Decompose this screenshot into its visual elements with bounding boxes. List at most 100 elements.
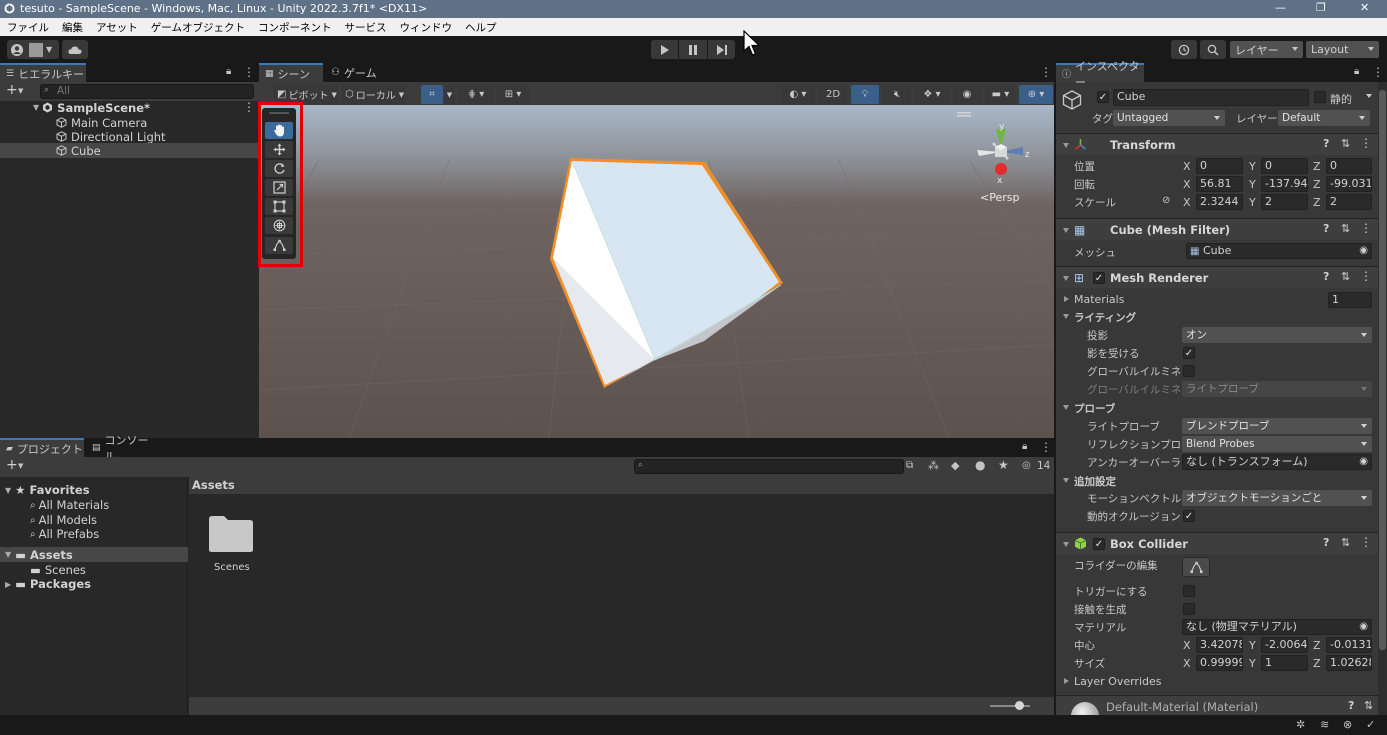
tab-project[interactable]: ▰ プロジェクト [0, 438, 84, 457]
project-search-input[interactable]: ⌕ [634, 459, 904, 474]
chevron-down-icon[interactable]: ▼ [18, 87, 23, 95]
cast-shadows-dropdown[interactable]: オン [1182, 327, 1372, 343]
object-picker-icon[interactable]: ◉ [1359, 244, 1368, 258]
position-z-field[interactable]: 0 [1326, 158, 1372, 174]
more-menu-icon[interactable]: ⋮ [1040, 440, 1052, 454]
mesh-renderer-header[interactable]: ⊞ ✓ Mesh Renderer ? ⇅ ⋮ [1056, 266, 1387, 288]
hierarchy-item-directional-light[interactable]: Directional Light [0, 129, 259, 144]
tab-scene[interactable]: ▦ シーン [259, 63, 323, 82]
hierarchy-search-input[interactable]: ⌕ All [40, 84, 254, 99]
layer-overrides-label[interactable]: Layer Overrides [1074, 675, 1162, 688]
menu-services[interactable]: サービス [344, 20, 386, 35]
gizmos-dropdown[interactable]: ⊕ ▾ [1019, 85, 1053, 104]
search-button[interactable] [1200, 40, 1226, 59]
favorite-item[interactable]: ⌕ All Prefabs [30, 527, 99, 541]
rotation-z-field[interactable]: -99.031 [1326, 176, 1372, 192]
hierarchy-item-cube[interactable]: Cube [0, 143, 259, 158]
hidden-packages-icon[interactable]: ◎ [1022, 460, 1031, 471]
active-checkbox[interactable]: ✓ [1097, 91, 1109, 103]
position-y-field[interactable]: 0 [1261, 158, 1308, 174]
scale-x-field[interactable]: 2.3244 [1196, 194, 1243, 210]
is-trigger-checkbox[interactable] [1183, 585, 1195, 597]
inspector-scrollbar-thumb[interactable] [1379, 90, 1386, 650]
add-icon[interactable]: + [6, 82, 18, 98]
menu-file[interactable]: ファイル [7, 20, 49, 35]
hierarchy-item-main-camera[interactable]: Main Camera [0, 115, 259, 130]
cloud-button[interactable] [62, 40, 88, 59]
warning-icon[interactable]: ● [975, 458, 985, 472]
center-z-field[interactable]: -0.0131 [1326, 637, 1372, 653]
grid-snap-dropdown[interactable]: ▼ [444, 85, 455, 104]
minimize-icon[interactable]: — [1275, 1, 1286, 14]
dynamic-occlusion-checkbox[interactable]: ✓ [1183, 510, 1195, 522]
materials-label[interactable]: Materials [1074, 293, 1124, 306]
camera-settings-dropdown[interactable]: ▬ ▾ [985, 85, 1016, 104]
receive-shadows-checkbox[interactable]: ✓ [1183, 347, 1195, 359]
effects-dropdown[interactable]: ❖ ▾ [915, 85, 949, 104]
chevron-right-icon[interactable] [1064, 296, 1069, 302]
filter-by-type-icon[interactable]: ⁂ [928, 459, 939, 472]
help-icon[interactable]: ? [1323, 137, 1329, 150]
account-button[interactable]: ▼ [7, 40, 59, 59]
folder-tile-scenes[interactable]: Scenes [205, 510, 257, 573]
lighting-toggle-button[interactable]: 💡︎ [851, 85, 879, 104]
layers-dropdown[interactable]: レイヤー [1230, 41, 1303, 58]
static-checkbox[interactable] [1314, 91, 1326, 103]
reflection-probes-dropdown[interactable]: Blend Probes [1182, 436, 1372, 452]
tab-console[interactable]: ▤ コンソール [86, 434, 158, 463]
presets-icon[interactable]: ⇅ [1364, 699, 1373, 712]
chevron-down-icon[interactable] [1063, 143, 1069, 148]
chevron-down-icon[interactable]: ▼ [18, 462, 23, 470]
tag-icon[interactable]: ◆ [951, 459, 959, 472]
link-icon[interactable]: ⊘ [1162, 195, 1170, 206]
contribute-gi-checkbox[interactable] [1183, 365, 1195, 377]
play-button[interactable] [651, 40, 678, 59]
2d-toggle-button[interactable]: 2D [819, 85, 847, 104]
chevron-down-icon[interactable] [1063, 542, 1069, 547]
chevron-right-icon[interactable] [1064, 678, 1069, 684]
help-icon[interactable]: ? [1323, 270, 1329, 283]
presets-icon[interactable]: ⇅ [1341, 222, 1350, 235]
favorite-star-icon[interactable]: ★ [998, 458, 1009, 472]
local-dropdown[interactable]: ⬡ ローカル ▼ [342, 85, 405, 104]
more-menu-icon[interactable]: ⋮ [1372, 65, 1384, 79]
additional-settings-label[interactable]: 追加設定 [1074, 474, 1116, 489]
center-x-field[interactable]: 3.42078 [1196, 637, 1243, 653]
position-x-field[interactable]: 0 [1196, 158, 1243, 174]
menu-edit[interactable]: 編集 [62, 20, 83, 35]
debug-icon[interactable]: ✲ [1296, 718, 1305, 731]
more-menu-icon[interactable]: ⋮ [1360, 136, 1372, 150]
chevron-down-icon[interactable] [1366, 94, 1372, 98]
transform-header[interactable]: Transform ? ⇅ ⋮ [1056, 133, 1387, 155]
close-icon[interactable]: ✕ [1360, 1, 1369, 14]
more-menu-icon[interactable]: ⋮ [243, 100, 255, 114]
layer-dropdown[interactable]: Default [1278, 110, 1370, 126]
probes-label[interactable]: プローブ [1074, 401, 1115, 416]
search-by-type-icon[interactable]: ⧉ [906, 460, 913, 471]
add-icon[interactable]: + [6, 457, 18, 473]
scale-z-field[interactable]: 2 [1326, 194, 1372, 210]
size-y-field[interactable]: 1 [1261, 655, 1308, 671]
grid-snap-button[interactable]: ⌗ [421, 85, 443, 104]
more-menu-icon[interactable]: ⋮ [1360, 269, 1372, 283]
grid-visibility-button[interactable]: ⊞ ▾ [496, 85, 530, 104]
rotation-y-field[interactable]: -137.94 [1261, 176, 1308, 192]
rotation-x-field[interactable]: 56.81 [1196, 176, 1243, 192]
favorite-item[interactable]: ⌕ All Models [30, 513, 97, 527]
zoom-slider-track[interactable] [990, 705, 1030, 707]
progress-check-icon[interactable]: ✓ [1366, 718, 1375, 731]
tab-hierarchy[interactable]: ☰ ヒエラルキー [0, 63, 86, 82]
assets-row[interactable]: ▼ ▬ Assets [0, 547, 188, 562]
scene-visibility-button[interactable]: ◉ [953, 85, 981, 104]
object-picker-icon[interactable]: ◉ [1359, 620, 1368, 634]
menu-help[interactable]: ヘルプ [465, 20, 497, 35]
menu-component[interactable]: コンポーネント [258, 20, 332, 35]
tab-game[interactable]: ⚇ ゲーム [325, 63, 385, 82]
lock-icon[interactable]: 🔒︎ [226, 66, 231, 77]
object-name-field[interactable]: Cube [1113, 89, 1309, 106]
help-icon[interactable]: ? [1323, 222, 1329, 235]
box-collider-header[interactable]: ✓ Box Collider ? ⇅ ⋮ [1056, 532, 1387, 554]
scene-viewport[interactable]: y z x <Persp [259, 105, 1054, 438]
edit-collider-button[interactable] [1182, 557, 1210, 577]
zoom-slider-thumb[interactable] [1015, 701, 1024, 710]
